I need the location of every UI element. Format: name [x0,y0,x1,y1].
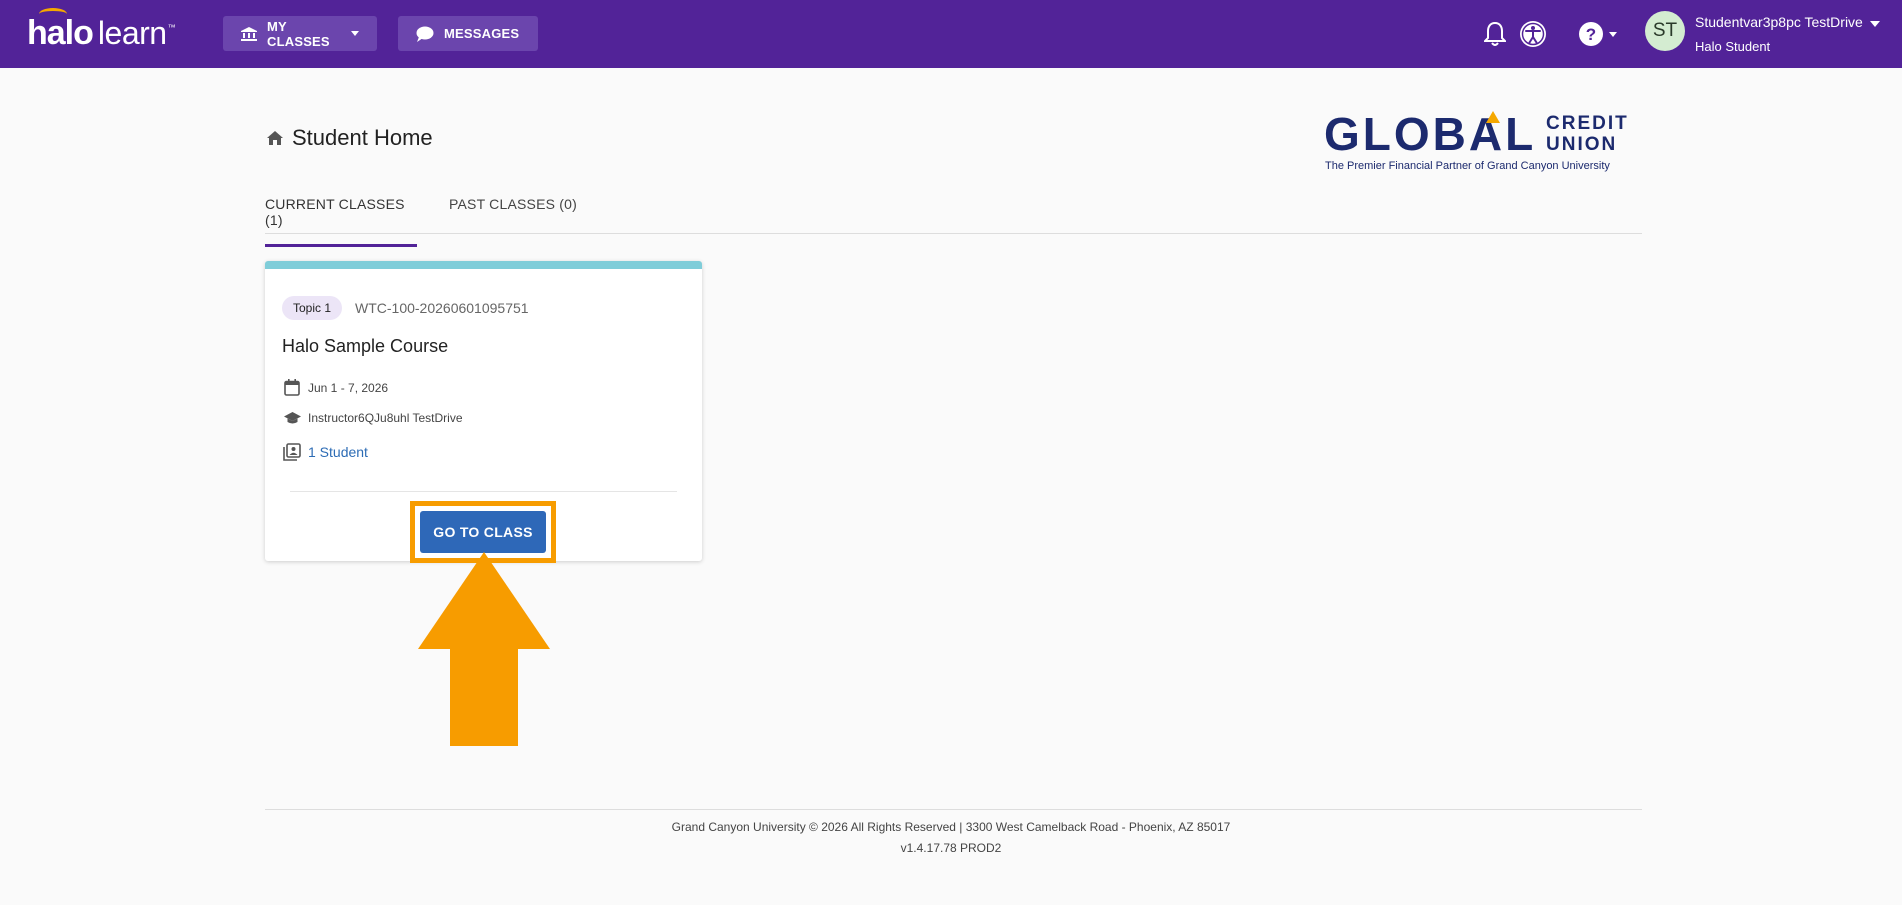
course-students-link[interactable]: 1 Student [282,443,368,461]
my-classes-label: MY CLASSES [267,18,330,49]
course-code: WTC-100-20260601095751 [355,300,529,316]
messages-button[interactable]: MESSAGES [398,16,538,51]
top-navigation-bar: halo learn ™ MY CLASSES MESSAGES ? ST St… [0,0,1902,68]
course-dates-text: Jun 1 - 7, 2026 [308,380,389,395]
footer-version: v1.4.17.78 PROD2 [900,841,1002,855]
accessibility-icon[interactable] [1517,18,1549,50]
messages-label: MESSAGES [444,26,520,41]
sponsor-name: GLOBAL [1324,108,1537,160]
help-chevron-down-icon[interactable] [1609,32,1617,37]
annotation-arrow-head [418,552,550,649]
sponsor-triangle-icon [1486,111,1500,123]
course-students-text[interactable]: 1 Student [308,444,368,460]
svg-text:?: ? [1586,25,1596,44]
help-icon[interactable]: ? [1575,18,1607,50]
bell-icon[interactable] [1479,18,1511,50]
user-name[interactable]: Studentvar3p8pc TestDrive [1695,14,1863,30]
course-instructor: Instructor6QJu8uhl TestDrive [282,411,463,425]
chat-bubble-icon [416,26,434,42]
logo-trademark: ™ [167,23,176,32]
footer-copyright: Grand Canyon University © 2026 All Right… [671,820,1231,834]
page-title-text: Student Home [292,125,433,150]
card-divider [290,491,677,492]
home-icon [267,131,283,145]
user-role: Halo Student [1695,39,1771,54]
my-classes-button[interactable]: MY CLASSES [223,16,377,51]
roster-icon [282,443,302,461]
footer-divider [265,809,1642,810]
sponsor-tagline: The Premier Financial Partner of Grand C… [1325,160,1610,172]
global-credit-union-logo: GLOBAL CREDIT UNION The Premier Financia… [1324,111,1642,173]
logo-learn-text: learn [97,15,167,51]
logo-swoosh-icon [39,8,67,20]
tab-current-classes[interactable]: CURRENT CLASSES (1) [265,196,417,247]
course-card: Topic 1 WTC-100-20260601095751 Halo Samp… [265,261,702,563]
go-to-class-button[interactable]: GO TO CLASS [420,511,546,553]
user-menu-chevron-down-icon[interactable] [1870,21,1880,27]
course-dates: Jun 1 - 7, 2026 [282,379,388,396]
chevron-down-icon [351,31,359,36]
page-title: Student Home [266,125,433,151]
course-instructor-text: Instructor6QJu8uhl TestDrive [308,411,463,425]
course-title: Halo Sample Course [282,336,449,356]
graduation-cap-icon [282,411,302,425]
sponsor-credit: CREDIT [1546,113,1629,134]
class-tabs: CURRENT CLASSES (1) PAST CLASSES (0) [265,190,1642,247]
topic-badge: Topic 1 [282,296,343,320]
calendar-icon [282,379,302,396]
annotation-arrow-shaft [450,648,518,746]
tab-past-classes[interactable]: PAST CLASSES (0) [449,196,577,228]
avatar[interactable]: ST [1645,11,1685,51]
institution-icon [241,26,257,41]
sponsor-union: UNION [1546,134,1618,155]
halo-learn-logo[interactable]: halo learn ™ [27,8,176,54]
sponsor-credit-union: CREDIT UNION [1546,113,1629,155]
